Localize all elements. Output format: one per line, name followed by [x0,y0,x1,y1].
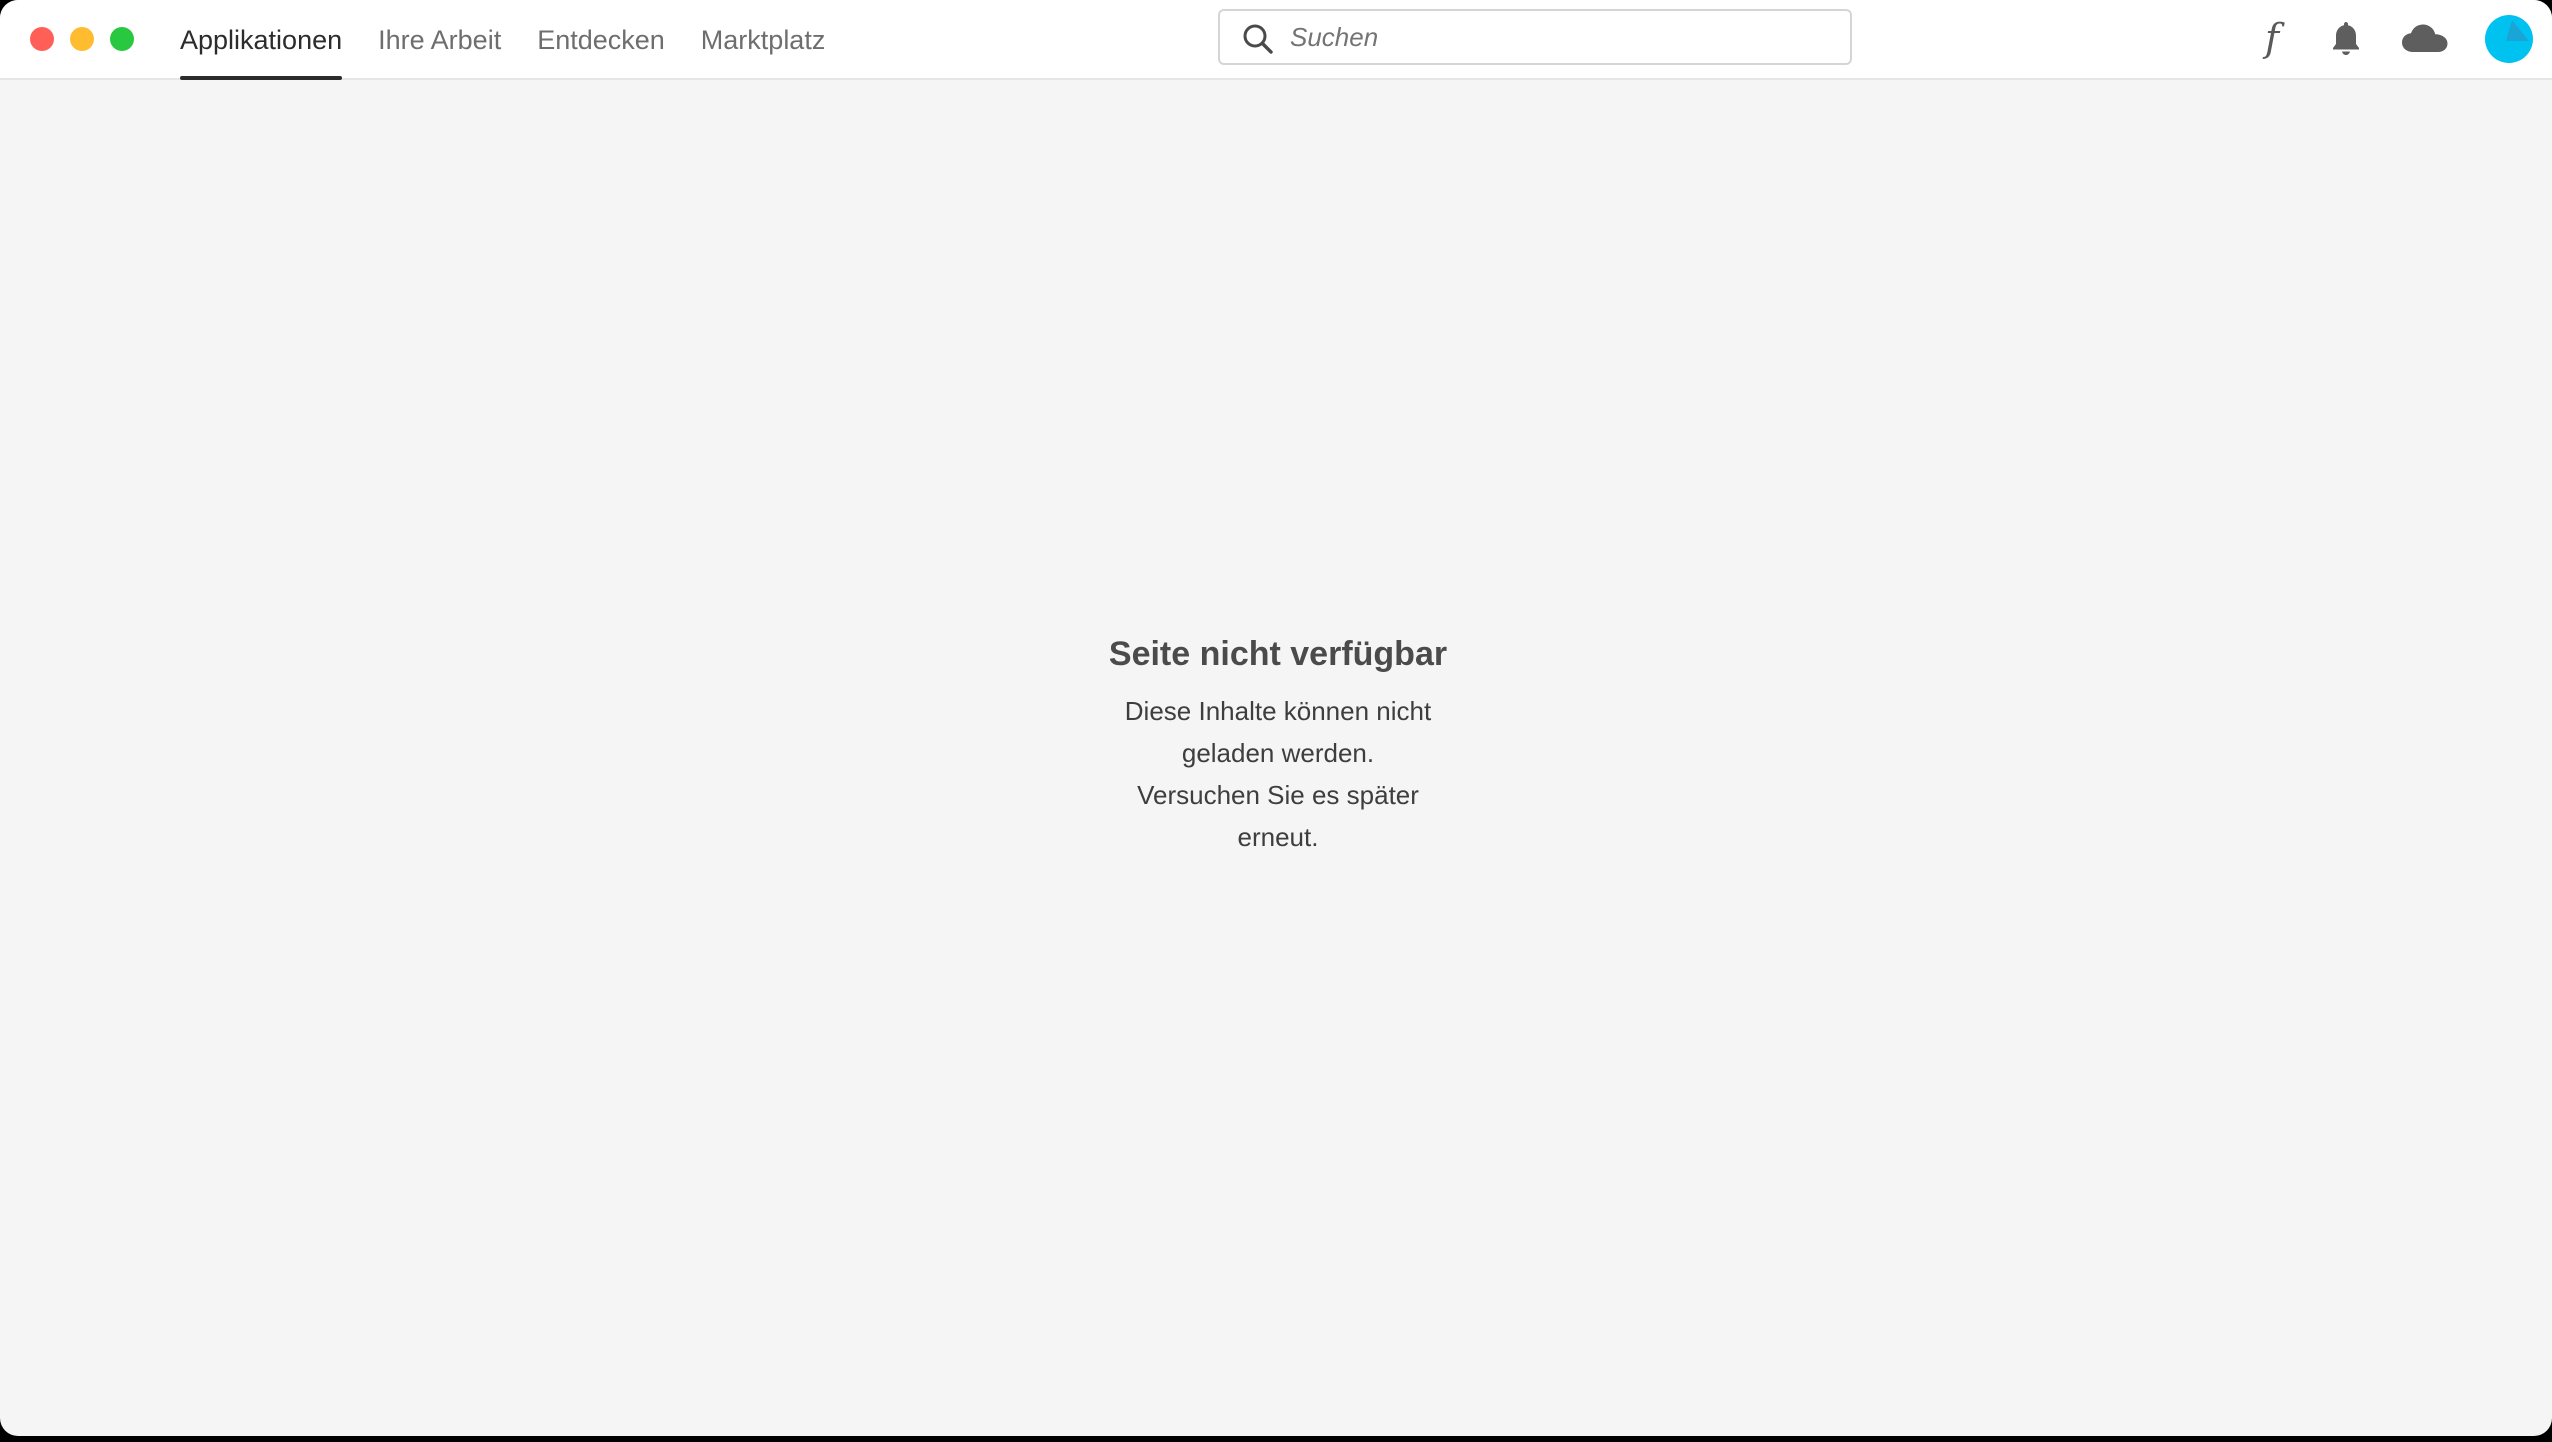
cloud-icon[interactable] [2398,14,2452,62]
minimize-window-button[interactable] [70,27,94,51]
fonts-glyph: f [2264,16,2280,60]
page-unavailable-message: Seite nicht verfügbar Diese Inhalte könn… [976,628,1580,858]
fonts-icon[interactable]: f [2252,14,2292,62]
avatar[interactable] [2484,14,2534,64]
tab-marktplatz[interactable]: Marktplatz [701,0,826,80]
top-bar: Applikationen Ihre Arbeit Entdecken Mark… [0,0,2552,80]
bell-icon[interactable] [2326,14,2366,62]
cloud-glyph [2402,24,2448,52]
tab-ihre-arbeit[interactable]: Ihre Arbeit [378,0,501,80]
error-description: Diese Inhalte können nicht geladen werde… [1124,696,1432,852]
search-icon [1243,24,1273,54]
app-window: Applikationen Ihre Arbeit Entdecken Mark… [0,0,2552,1436]
search-box[interactable] [1218,9,1852,65]
tab-applikationen[interactable]: Applikationen [180,0,343,80]
tab-entdecken[interactable]: Entdecken [537,0,665,80]
page-title: Seite nicht verfügbar [1108,635,1448,673]
avatar-icon [2485,15,2533,63]
close-window-button[interactable] [30,27,54,51]
maximize-window-button[interactable] [110,27,134,51]
bell-glyph [2333,22,2359,55]
search-input[interactable] [1290,11,1830,63]
main-tabs: Applikationen Ihre Arbeit Entdecken Mark… [180,0,861,80]
